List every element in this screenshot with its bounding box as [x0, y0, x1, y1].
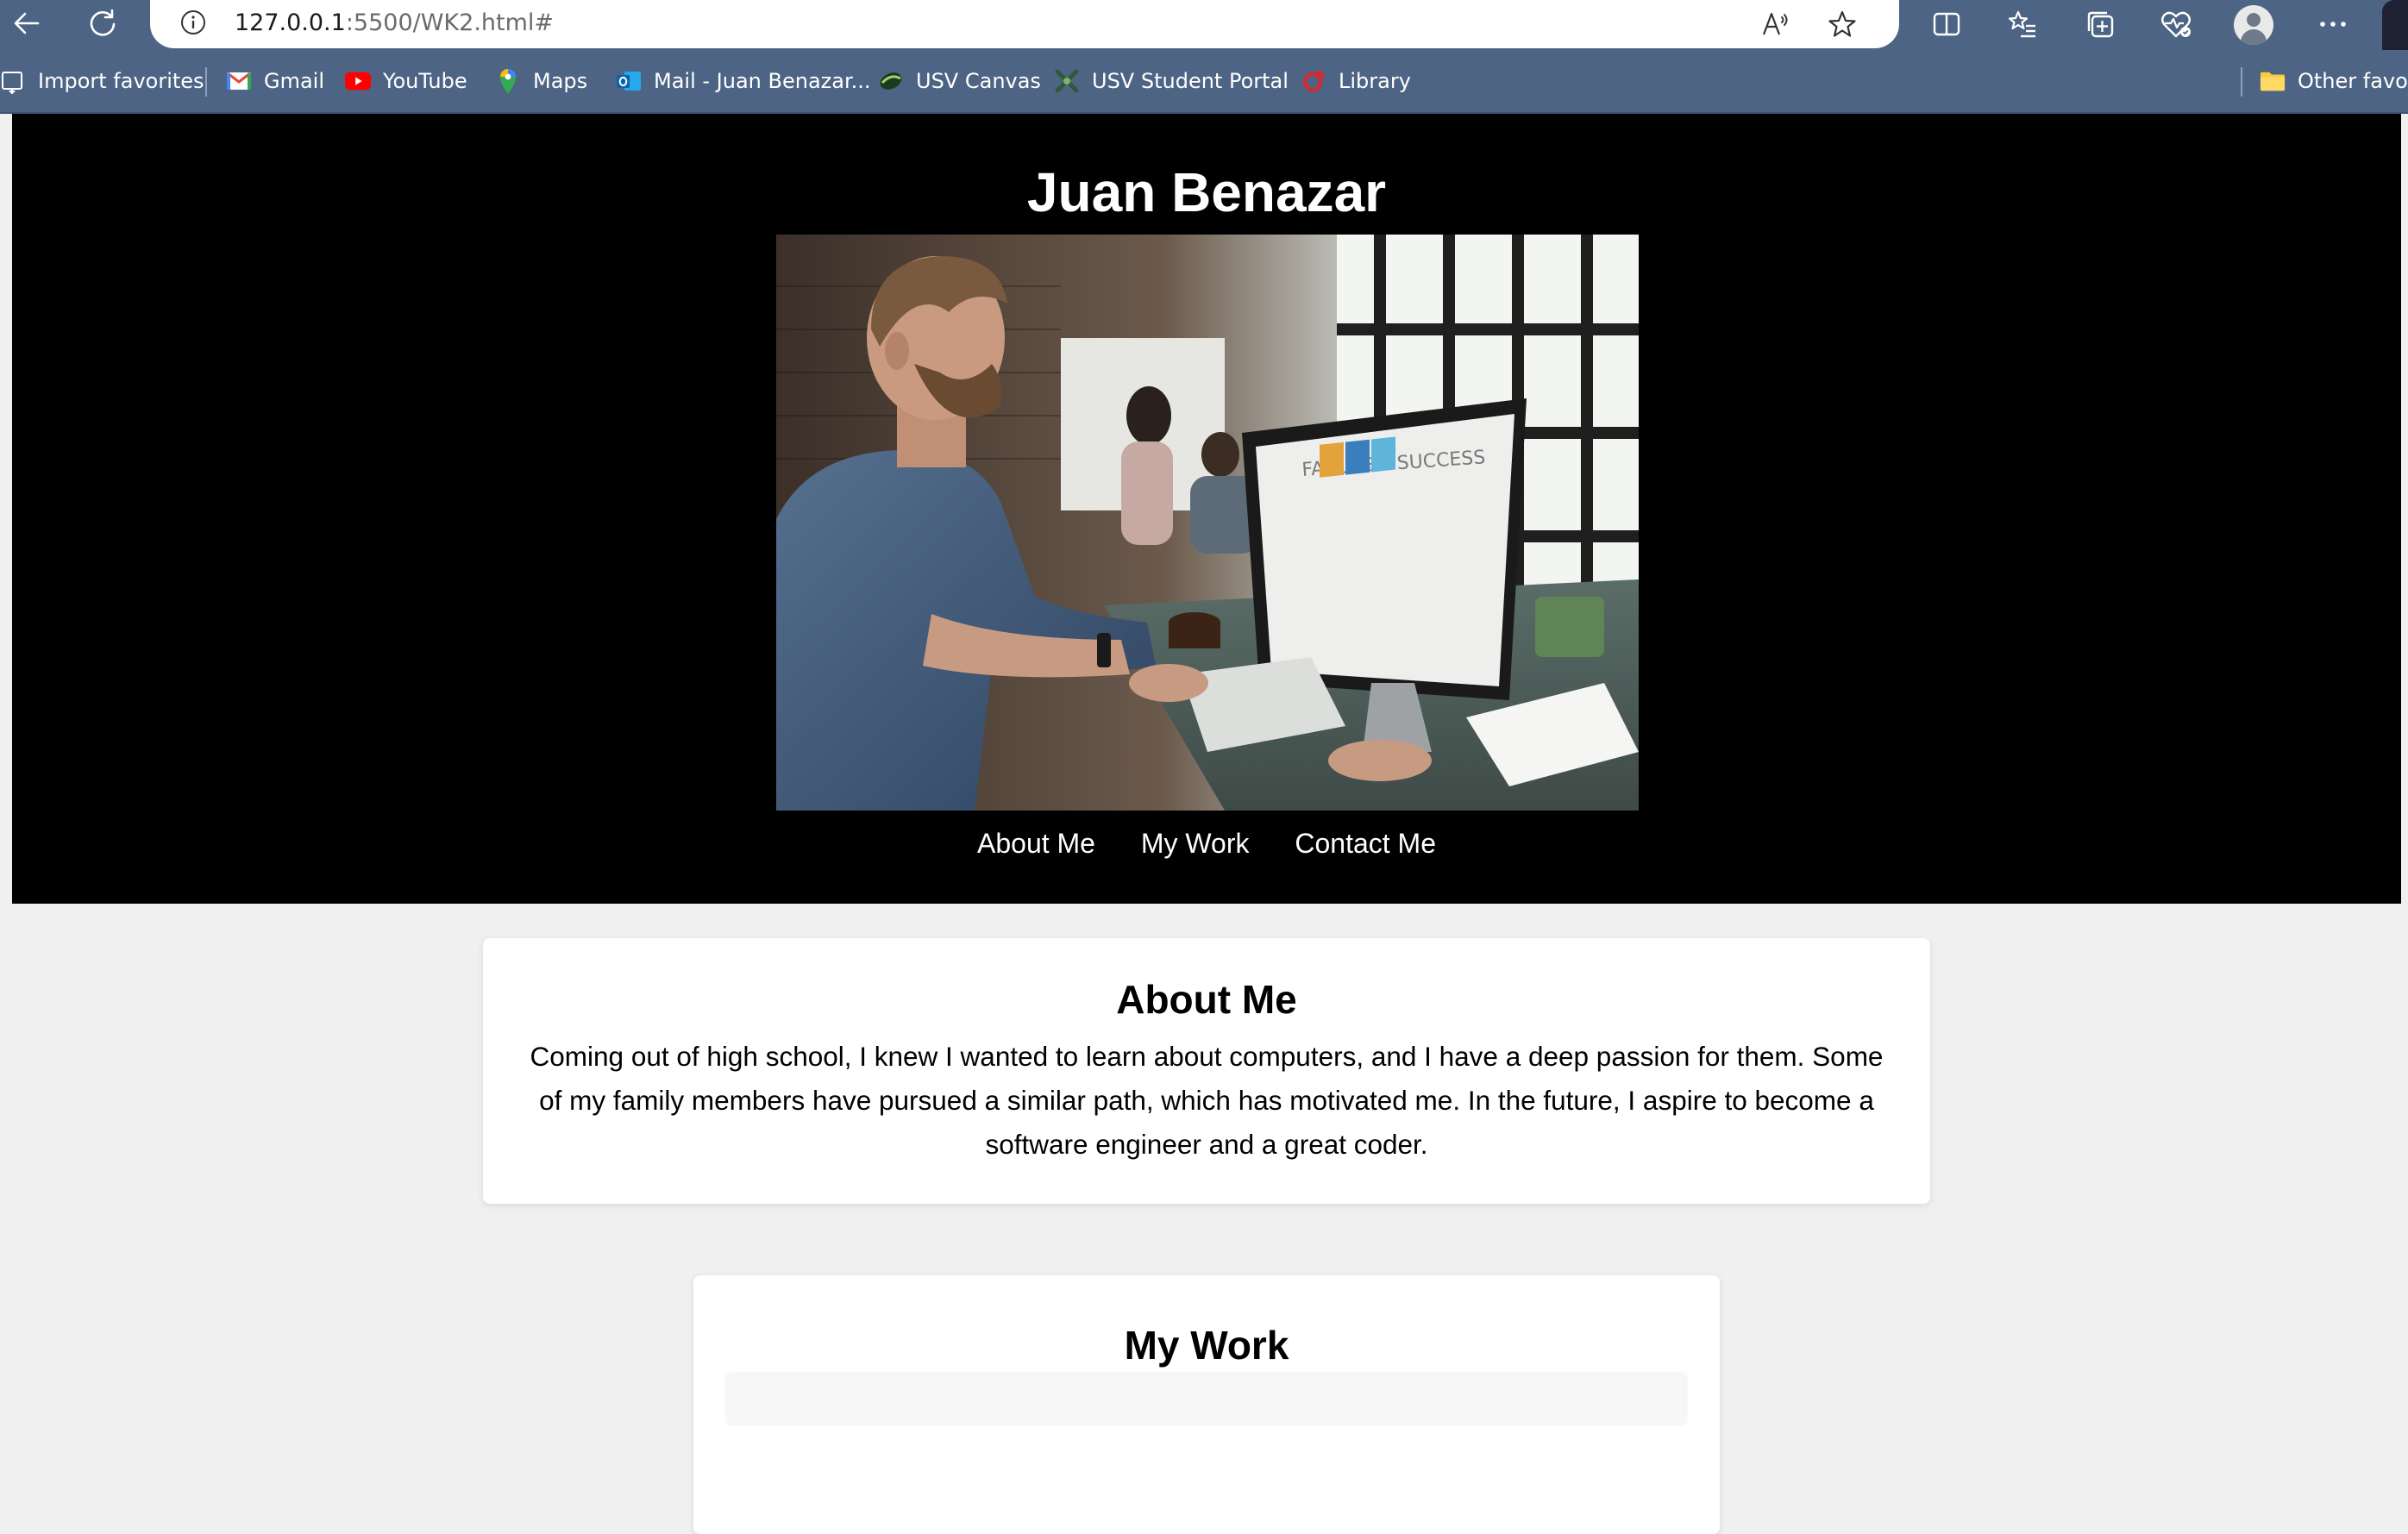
- bookmark-gmail[interactable]: Gmail: [226, 64, 324, 98]
- read-aloud-icon[interactable]: [1756, 5, 1794, 43]
- work-heading: My Work: [1124, 1323, 1289, 1368]
- favorites-bar: Import favorites Gmail YouTube Maps Mail…: [0, 50, 2408, 114]
- bookmark-label: Library: [1339, 69, 1411, 93]
- avatar-head: [2247, 13, 2261, 27]
- bookmark-separator: [205, 67, 207, 97]
- bookmark-label: USV Canvas: [916, 69, 1041, 93]
- youtube-icon: [345, 68, 371, 94]
- favorite-star-icon[interactable]: [1823, 5, 1861, 43]
- site-title: Juan Benazar: [1026, 161, 1387, 223]
- main-nav: About Me My Work Contact Me: [12, 828, 2401, 860]
- favorites-list-icon[interactable]: [2001, 3, 2044, 45]
- bookmark-youtube[interactable]: YouTube: [345, 64, 467, 98]
- bookmark-usv-canvas[interactable]: USV Canvas: [878, 64, 1041, 98]
- bookmark-usv-student-portal[interactable]: USV Student Portal: [1054, 64, 1289, 98]
- back-button[interactable]: [2, 0, 52, 47]
- student-portal-icon: [1054, 68, 1080, 94]
- bookmark-label: YouTube: [383, 69, 467, 93]
- browser-essentials-icon[interactable]: [2154, 3, 2198, 45]
- bookmark-library[interactable]: Library: [1301, 64, 1411, 98]
- bookmark-separator: [2241, 67, 2242, 97]
- collections-icon[interactable]: [2079, 3, 2122, 45]
- maps-icon: [495, 68, 521, 94]
- bookmark-label: Other favori: [2298, 69, 2408, 93]
- browser-toolbar: 127.0.0.1:5500/WK2.html#: [0, 0, 2408, 50]
- hero-photo: FAILURE - SUCCESS: [776, 235, 1639, 811]
- bookmark-outlook-mail[interactable]: Mail - Juan Benazar...: [616, 64, 871, 98]
- outlook-mail-icon: [616, 68, 642, 94]
- bookmark-other-favorites[interactable]: Other favori: [2260, 64, 2408, 98]
- url-path: :5500/WK2.html#: [345, 9, 555, 36]
- url-text[interactable]: 127.0.0.1:5500/WK2.html#: [235, 8, 554, 39]
- address-bar[interactable]: 127.0.0.1:5500/WK2.html#: [150, 0, 1899, 48]
- refresh-icon: [90, 9, 116, 36]
- copilot-button[interactable]: [2382, 0, 2408, 50]
- bookmark-import-favorites[interactable]: Import favorites: [0, 64, 204, 98]
- gmail-icon: [226, 68, 252, 94]
- split-screen-icon[interactable]: [1925, 3, 1968, 45]
- url-host: 127.0.0.1: [235, 9, 346, 36]
- import-favorites-icon: [0, 68, 26, 94]
- bookmark-maps[interactable]: Maps: [495, 64, 587, 98]
- back-arrow-icon: [14, 12, 40, 34]
- avatar-shoulders: [2241, 29, 2267, 45]
- about-section: About Me Coming out of high school, I kn…: [483, 938, 1930, 1204]
- work-section: My Work: [693, 1275, 1720, 1534]
- nav-link-about-me[interactable]: About Me: [977, 828, 1095, 859]
- site-header: Juan Benazar SUCCESS About Me My Work Co…: [12, 114, 2401, 904]
- bookmark-label: Maps: [533, 69, 588, 93]
- site-info-icon[interactable]: [176, 5, 210, 40]
- more-options-icon[interactable]: [2311, 3, 2355, 45]
- folder-icon: [2260, 68, 2286, 94]
- refresh-button[interactable]: [78, 0, 128, 47]
- nav-link-my-work[interactable]: My Work: [1141, 828, 1250, 859]
- profile-avatar[interactable]: [2234, 5, 2273, 45]
- about-paragraph: Coming out of high school, I knew I want…: [530, 1041, 1884, 1160]
- canvas-icon: [878, 68, 904, 94]
- nav-link-contact-me[interactable]: Contact Me: [1295, 828, 1436, 859]
- web-page: Juan Benazar SUCCESS About Me My Work Co…: [0, 114, 2408, 1534]
- work-item-card: [726, 1374, 1687, 1425]
- library-icon: [1301, 68, 1326, 94]
- bookmark-label: USV Student Portal: [1092, 69, 1289, 93]
- office-workspace-image: FAILURE - SUCCESS: [776, 235, 1639, 811]
- bookmark-label: Import favorites: [38, 69, 204, 93]
- about-heading: About Me: [1116, 977, 1297, 1022]
- bookmark-label: Mail - Juan Benazar...: [654, 69, 871, 93]
- bookmark-label: Gmail: [264, 69, 325, 93]
